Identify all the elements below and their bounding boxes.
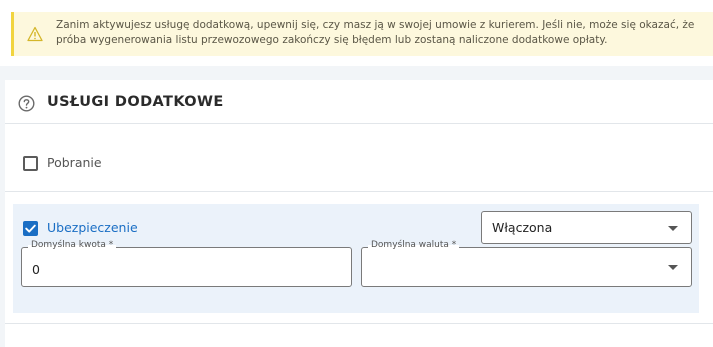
section-title: USŁUGI DODATKOWE — [47, 94, 224, 110]
warning-triangle-icon — [27, 26, 43, 42]
service-row-cod: Pobranie — [5, 124, 713, 192]
chevron-down-icon — [668, 265, 678, 270]
chevron-down-icon — [668, 226, 678, 231]
insurance-status-value: Włączona — [492, 220, 553, 235]
default-amount-field[interactable]: Domyślna kwota * 0 — [21, 240, 352, 287]
insurance-status-select[interactable]: Włączona — [481, 211, 692, 244]
warning-alert: Zanim aktywujesz usługę dodatkową, upewn… — [11, 12, 713, 56]
divider — [5, 323, 713, 324]
additional-services-card: USŁUGI DODATKOWE Pobranie Ubezpieczenie … — [5, 80, 713, 347]
cod-checkbox[interactable] — [23, 156, 38, 171]
insurance-label[interactable]: Ubezpieczenie — [47, 220, 138, 235]
service-row-insurance: Ubezpieczenie Włączona Domyślna kwota * … — [13, 204, 699, 313]
default-amount-label: Domyślna kwota * — [28, 240, 117, 250]
section-header: USŁUGI DODATKOWE — [5, 80, 713, 124]
cod-label[interactable]: Pobranie — [47, 155, 102, 170]
help-circle-icon[interactable] — [18, 95, 35, 112]
insurance-checkbox[interactable] — [23, 221, 38, 236]
default-amount-value: 0 — [32, 262, 40, 277]
default-currency-label: Domyślna waluta * — [368, 240, 460, 250]
checkmark-icon — [25, 224, 36, 233]
alert-text: Zanim aktywujesz usługę dodatkową, upewn… — [56, 19, 695, 46]
alert-container: Zanim aktywujesz usługę dodatkową, upewn… — [0, 0, 713, 66]
default-currency-select[interactable]: Domyślna waluta * — [361, 240, 692, 287]
